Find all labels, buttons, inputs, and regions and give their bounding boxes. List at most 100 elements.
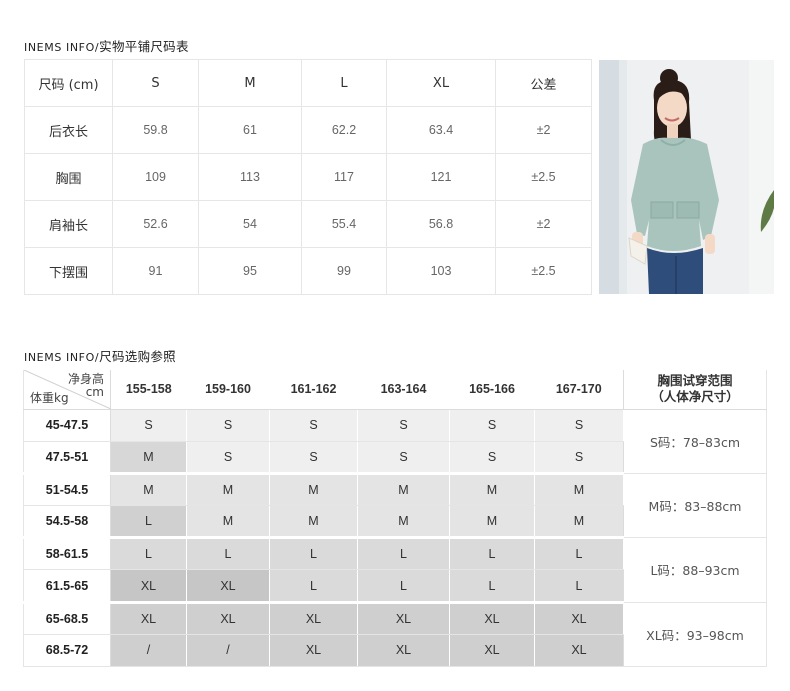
table-row: 后衣长 59.8 61 62.2 63.4 ±2 xyxy=(24,106,592,154)
size-cell: M xyxy=(357,473,450,507)
cell-value: 121 xyxy=(386,153,496,201)
bust-range-header: 胸围试穿范围 （人体净尺寸） xyxy=(623,370,767,410)
size-cell: L xyxy=(534,569,624,604)
size-cell: M xyxy=(186,505,270,540)
bust-range-header-line1: 胸围试穿范围 xyxy=(657,373,733,389)
cell-value: 62.2 xyxy=(301,106,387,154)
table-row: 胸围 109 113 117 121 ±2.5 xyxy=(24,153,592,201)
size-cell: XL xyxy=(534,602,624,635)
size-cell: XL xyxy=(269,602,358,635)
height-column-header: 163-164 xyxy=(357,370,450,410)
size-cell: M xyxy=(449,505,535,540)
table-row: 65-68.5 XL XL XL XL XL XL XL码：93–98cm xyxy=(23,602,767,668)
cell-value: 59.8 xyxy=(112,106,199,154)
size-cell: L xyxy=(110,505,187,540)
table-row: 下摆围 91 95 99 103 ±2.5 xyxy=(24,247,592,295)
size-cell: L xyxy=(269,537,358,571)
size-table-title: INEMS INFO/实物平铺尺码表 xyxy=(24,36,189,55)
row-label: 后衣长 xyxy=(24,106,113,154)
model-illustration xyxy=(599,60,774,294)
size-cell: L xyxy=(449,569,535,604)
weight-range: 61.5-65 xyxy=(23,569,111,604)
table-header-row: 尺码 (cm) S M L XL 公差 xyxy=(24,59,592,107)
size-cell: / xyxy=(186,634,270,668)
cell-value: 95 xyxy=(198,247,302,295)
cell-value: 56.8 xyxy=(386,200,496,248)
size-cell: M xyxy=(110,473,187,507)
size-cell: M xyxy=(269,505,358,540)
corner-header-cell: 净身高 cm 体重kg xyxy=(23,370,111,410)
bust-range-s: S码：78–83cm xyxy=(623,409,767,475)
size-cell: XL xyxy=(186,602,270,635)
size-recommendation-table: 净身高 cm 体重kg 155-158 159-160 161-162 163-1… xyxy=(23,370,767,668)
weight-range: 51-54.5 xyxy=(23,473,111,507)
weight-axis-label: 体重kg xyxy=(30,390,69,405)
cell-value: 113 xyxy=(198,153,302,201)
size-cell: XL xyxy=(110,602,187,635)
height-column-header: 165-166 xyxy=(449,370,535,410)
header-size-cm: 尺码 (cm) xyxy=(24,59,113,107)
bust-range-l: L码：88–93cm xyxy=(623,537,767,603)
cell-value: 103 xyxy=(386,247,496,295)
row-label: 肩袖长 xyxy=(24,200,113,248)
weight-range: 47.5-51 xyxy=(23,441,111,476)
size-cell: XL xyxy=(110,569,187,604)
bust-range-m: M码：83–88cm xyxy=(623,473,767,539)
table-row: 58-61.5 L L L L L L L码：88–93cm xyxy=(23,537,767,603)
size-cell: S xyxy=(269,409,358,442)
table-row: 45-47.5 S S S S S S S码：78–83cm xyxy=(23,409,767,475)
size-cell: M xyxy=(534,505,624,540)
cell-value: 55.4 xyxy=(301,200,387,248)
size-table-title-text: 实物平铺尺码表 xyxy=(99,39,189,54)
size-cell: XL xyxy=(186,569,270,604)
garment-size-table: 尺码 (cm) S M L XL 公差 后衣长 59.8 61 62.2 63.… xyxy=(24,59,592,295)
table-header-row: 净身高 cm 体重kg 155-158 159-160 161-162 163-1… xyxy=(23,370,767,410)
size-cell: M xyxy=(449,473,535,507)
size-cell: L xyxy=(357,537,450,571)
size-cell: L xyxy=(449,537,535,571)
size-cell: M xyxy=(269,473,358,507)
model-photo xyxy=(599,60,774,294)
size-cell: XL xyxy=(357,602,450,635)
cell-value: 63.4 xyxy=(386,106,496,154)
brand-prefix: INEMS INFO/ xyxy=(24,351,100,364)
size-cell: S xyxy=(357,409,450,442)
cell-value: 61 xyxy=(198,106,302,154)
cell-value: 117 xyxy=(301,153,387,201)
height-unit: cm xyxy=(85,385,104,399)
size-cell: M xyxy=(110,441,187,476)
row-label: 下摆围 xyxy=(24,247,113,295)
height-column-header: 161-162 xyxy=(269,370,358,410)
header-size-s: S xyxy=(112,59,199,107)
weight-range: 58-61.5 xyxy=(23,537,111,571)
height-column-header: 167-170 xyxy=(534,370,624,410)
weight-range: 65-68.5 xyxy=(23,602,111,635)
header-size-l: L xyxy=(301,59,387,107)
cell-tolerance: ±2.5 xyxy=(495,247,592,295)
weight-range: 45-47.5 xyxy=(23,409,111,442)
cell-value: 109 xyxy=(112,153,199,201)
brand-prefix: INEMS INFO/ xyxy=(24,41,100,54)
size-guide-title-text: 尺码选购参照 xyxy=(99,349,176,364)
size-cell: L xyxy=(110,537,187,571)
size-cell: S xyxy=(269,441,358,476)
height-label: 净身高 xyxy=(67,372,104,386)
table-row: 51-54.5 M M M M M M M码：83–88cm xyxy=(23,473,767,539)
height-column-header: 159-160 xyxy=(186,370,270,410)
cell-value: 52.6 xyxy=(112,200,199,248)
cell-value: 54 xyxy=(198,200,302,248)
size-cell: / xyxy=(110,634,187,668)
size-cell: S xyxy=(110,409,187,442)
size-cell: XL xyxy=(269,634,358,668)
size-cell: XL xyxy=(449,602,535,635)
size-cell: S xyxy=(534,441,624,476)
bust-range-xl: XL码：93–98cm xyxy=(623,602,767,668)
size-cell: M xyxy=(186,473,270,507)
size-cell: XL xyxy=(357,634,450,668)
cell-tolerance: ±2 xyxy=(495,106,592,154)
header-tolerance: 公差 xyxy=(495,59,592,107)
size-cell: S xyxy=(186,441,270,476)
size-cell: L xyxy=(534,537,624,571)
cell-tolerance: ±2 xyxy=(495,200,592,248)
size-cell: L xyxy=(357,569,450,604)
